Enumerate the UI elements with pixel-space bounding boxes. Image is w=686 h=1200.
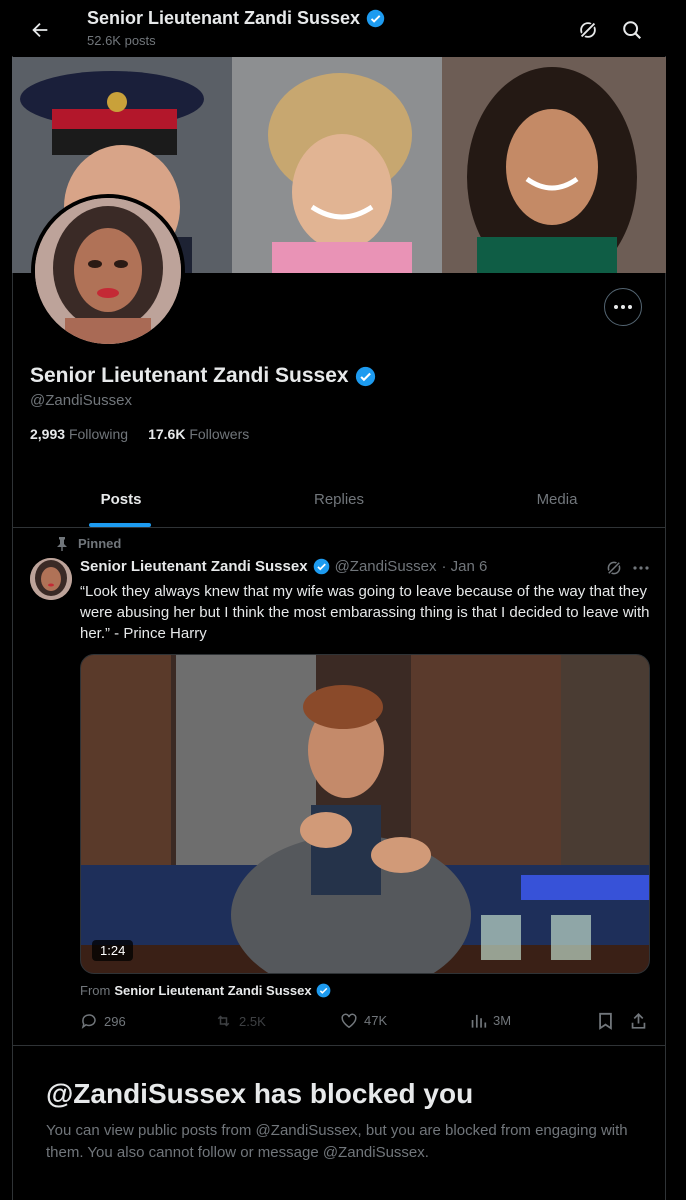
verified-badge-icon [316, 983, 331, 998]
repost-button[interactable]: 2.5K [214, 1012, 266, 1030]
back-arrow-icon[interactable] [22, 12, 58, 48]
header-posts-count: 52.6K posts [87, 33, 156, 48]
grok-refresh-icon[interactable] [603, 558, 625, 578]
like-count: 47K [364, 1013, 388, 1028]
reply-button[interactable]: 296 [80, 1012, 126, 1030]
from-author[interactable]: Senior Lieutenant Zandi Sussex [114, 983, 311, 998]
analytics-bar-icon [470, 1012, 487, 1028]
follow-stats: 2,993 Following 17.6K Followers [30, 426, 249, 442]
like-button[interactable]: 47K [340, 1012, 387, 1029]
profile-avatar[interactable] [31, 194, 185, 348]
heart-icon [340, 1012, 358, 1029]
profile-tabs: Posts Replies Media [12, 472, 666, 528]
repost-count: 2.5K [239, 1013, 266, 1029]
post-author-avatar[interactable] [30, 558, 72, 600]
following-link[interactable]: 2,993 Following [30, 426, 128, 442]
bookmark-button[interactable] [598, 1012, 613, 1030]
header-title: Senior Lieutenant Zandi Sussex [87, 8, 385, 29]
followers-link[interactable]: 17.6K Followers [148, 426, 249, 442]
share-button[interactable] [630, 1012, 647, 1030]
followers-count: 17.6K [148, 426, 186, 442]
tab-media[interactable]: Media [448, 472, 666, 527]
views-count: 3M [493, 1012, 512, 1028]
post-more-icon[interactable] [630, 558, 652, 578]
tab-posts-label: Posts [100, 491, 142, 508]
tab-posts[interactable]: Posts [12, 472, 230, 527]
tab-replies[interactable]: Replies [230, 472, 448, 527]
profile-handle: @ZandiSussex [30, 392, 132, 409]
following-count: 2,993 [30, 426, 66, 442]
video-source: From Senior Lieutenant Zandi Sussex [80, 983, 331, 998]
repost-icon [214, 1012, 233, 1030]
post-author-name[interactable]: Senior Lieutenant Zandi Sussex [80, 558, 308, 575]
search-icon[interactable] [614, 12, 650, 48]
following-label: Following [68, 426, 129, 442]
tab-media-label: Media [536, 491, 578, 508]
post-author-handle[interactable]: @ZandiSussex [335, 558, 437, 575]
blocked-title: @ZandiSussex has blocked you [46, 1078, 474, 1109]
post-date[interactable]: · Jan 6 [442, 558, 488, 575]
tab-replies-label: Replies [313, 491, 365, 508]
more-options-icon[interactable] [604, 288, 642, 326]
video-duration-badge: 1:24 [92, 940, 134, 961]
verified-badge-icon [355, 366, 376, 387]
verified-badge-icon [313, 558, 330, 575]
refresh-icon[interactable] [570, 12, 606, 48]
post-video[interactable] [80, 654, 650, 974]
post-header: Senior Lieutenant Zandi Sussex @ZandiSus… [80, 558, 487, 575]
profile-name-text: Senior Lieutenant Zandi Sussex [30, 364, 349, 387]
pin-icon [56, 536, 68, 551]
profile-display-name: Senior Lieutenant Zandi Sussex [30, 364, 376, 388]
top-bar: Senior Lieutenant Zandi Sussex 52.6K pos… [0, 0, 686, 56]
header-title-text: Senior Lieutenant Zandi Sussex [87, 8, 361, 28]
blocked-message: You can view public posts from @ZandiSus… [46, 1122, 628, 1161]
post-actions: 296 2.5K 47K 3M [80, 1012, 650, 1034]
post-text: “Look they always knew that my wife was … [80, 583, 650, 642]
share-icon [630, 1012, 647, 1030]
verified-badge-icon [366, 9, 385, 28]
active-tab-indicator [89, 523, 151, 527]
bookmark-icon [598, 1012, 613, 1030]
pinned-label: Pinned [78, 536, 122, 551]
pinned-indicator: Pinned [56, 536, 121, 551]
header-title-block: Senior Lieutenant Zandi Sussex 52.6K pos… [87, 8, 385, 48]
section-divider [12, 1045, 666, 1046]
views-button[interactable]: 3M [470, 1012, 511, 1028]
from-label: From [80, 983, 111, 998]
followers-label: Followers [189, 426, 250, 442]
reply-icon [80, 1012, 98, 1030]
reply-count: 296 [104, 1013, 126, 1029]
